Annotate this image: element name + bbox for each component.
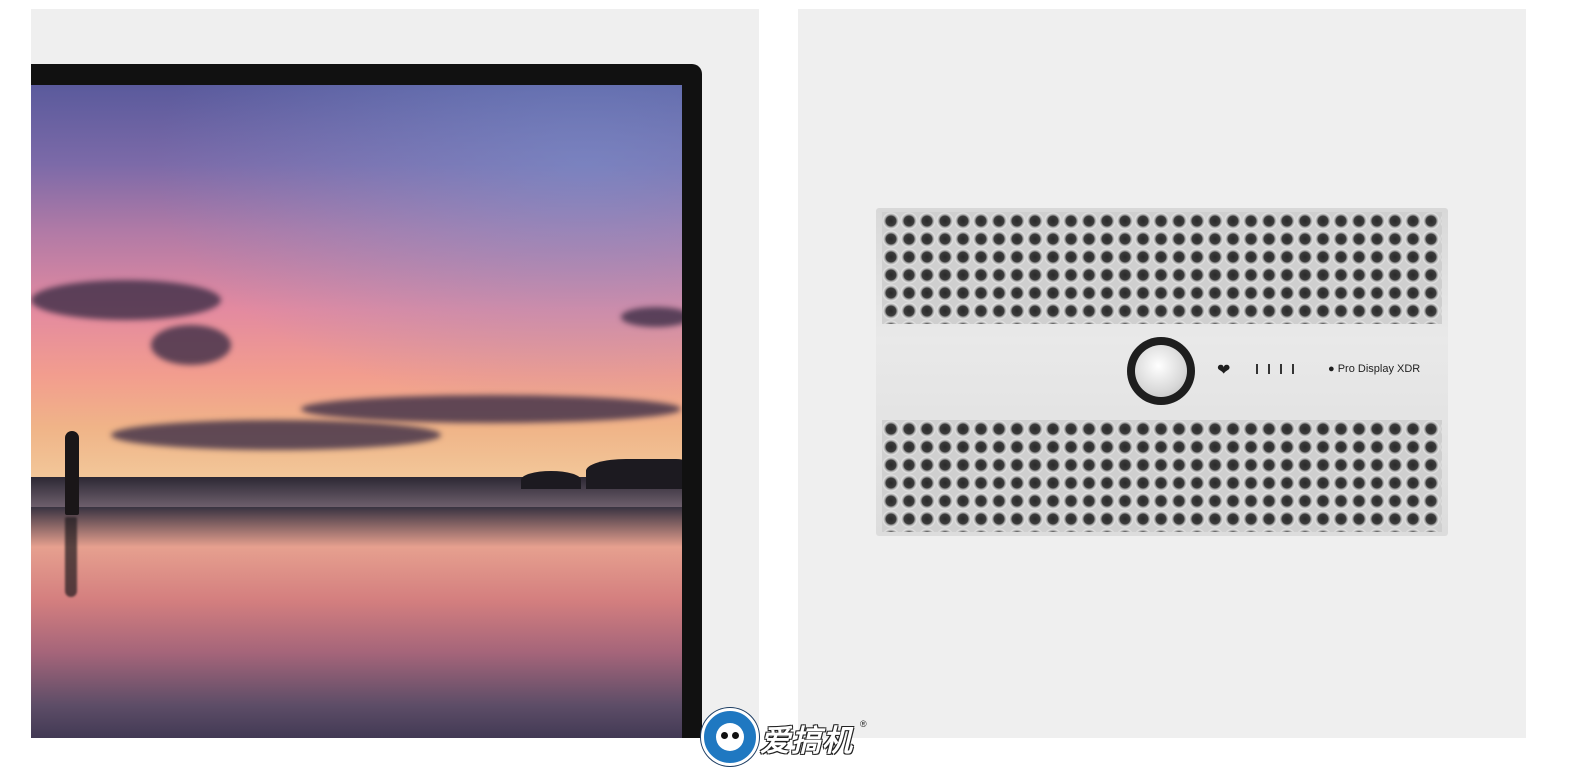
horizon-line — [31, 477, 682, 507]
port-group — [1256, 364, 1294, 374]
person-reflection — [65, 517, 77, 597]
thunderbolt-port — [1256, 364, 1258, 374]
watermark-logo-icon — [701, 708, 759, 766]
watermark-text: 爱搞机 — [760, 725, 853, 758]
lattice-vent-bottom — [882, 420, 1442, 532]
product-badge: ● Pro Display XDR — [1328, 363, 1420, 375]
cloud — [151, 325, 231, 365]
sunset-photo — [31, 85, 682, 738]
apple-logo-icon: ● — [1328, 363, 1335, 375]
usb-c-port — [1292, 364, 1294, 374]
mascot-face — [716, 723, 744, 751]
power-icon: ❤ — [1217, 362, 1231, 379]
stand-mount-plate — [1135, 345, 1187, 397]
lattice-vent-top — [882, 212, 1442, 324]
mascot-eye — [721, 732, 728, 739]
standing-person — [65, 431, 79, 515]
display-back-panel: ❤ ● Pro Display XDR — [798, 9, 1526, 738]
cloud — [621, 307, 682, 327]
stand-mount — [1127, 337, 1195, 405]
registered-mark: ® — [860, 719, 867, 729]
cloud — [111, 420, 441, 450]
product-name: Pro Display XDR — [1337, 363, 1421, 375]
mascot-eye — [732, 732, 739, 739]
usb-c-port — [1280, 364, 1282, 374]
cloud — [31, 280, 221, 320]
usb-c-port — [1268, 364, 1270, 374]
display-front-panel — [31, 9, 759, 738]
island — [586, 459, 682, 489]
display-bezel — [31, 64, 702, 738]
island — [521, 471, 581, 489]
display-back-housing: ❤ ● Pro Display XDR — [876, 208, 1448, 536]
cloud — [301, 395, 681, 423]
